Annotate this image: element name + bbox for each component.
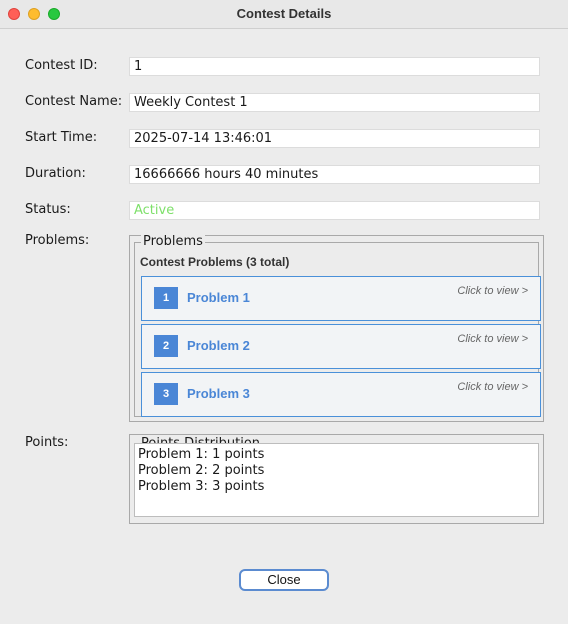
status-label: Status:	[25, 202, 71, 217]
contest-id-label: Contest ID:	[25, 58, 98, 73]
problem-card-3[interactable]: 3 Problem 3 Click to view >	[141, 372, 541, 417]
points-panel: Points Distribution Problem 1: 1 points …	[129, 434, 544, 524]
start-time-label: Start Time:	[25, 130, 98, 145]
click-to-view-link[interactable]: Click to view >	[457, 381, 528, 393]
start-time-field[interactable]: 2025-07-14 13:46:01	[129, 129, 540, 148]
problem-title: Problem 3	[187, 386, 250, 401]
duration-field[interactable]: 16666666 hours 40 minutes	[129, 165, 540, 184]
window-title: Contest Details	[236, 6, 332, 21]
click-to-view-link[interactable]: Click to view >	[457, 285, 528, 297]
problem-number-badge: 3	[154, 383, 178, 405]
problems-panel: Problems Contest Problems (3 total) 1 Pr…	[129, 234, 544, 422]
points-label: Points:	[25, 435, 69, 450]
points-line: Problem 3: 3 points	[138, 479, 265, 494]
problem-title: Problem 1	[187, 290, 250, 305]
status-field[interactable]: Active	[129, 201, 540, 220]
problem-card-2[interactable]: 2 Problem 2 Click to view >	[141, 324, 541, 369]
problems-subtitle: Contest Problems (3 total)	[140, 255, 290, 269]
problems-group: Problems Contest Problems (3 total) 1 Pr…	[134, 234, 541, 417]
click-to-view-link[interactable]: Click to view >	[457, 333, 528, 345]
problem-number-badge: 2	[154, 335, 178, 357]
contest-name-field[interactable]: Weekly Contest 1	[129, 93, 540, 112]
problems-label: Problems:	[25, 233, 90, 248]
contest-id-field[interactable]: 1	[129, 57, 540, 76]
contest-name-label: Contest Name:	[25, 94, 123, 109]
problem-card-1[interactable]: 1 Problem 1 Click to view >	[141, 276, 541, 321]
problem-title: Problem 2	[187, 338, 250, 353]
dialog-content: Contest ID: 1 Contest Name: Weekly Conte…	[0, 29, 568, 624]
points-text-area[interactable]: Problem 1: 1 points Problem 2: 2 points …	[134, 443, 539, 517]
problem-number-badge: 1	[154, 287, 178, 309]
close-button[interactable]: Close	[239, 569, 329, 591]
problems-group-title: Problems	[141, 234, 205, 249]
duration-label: Duration:	[25, 166, 86, 181]
points-line: Problem 1: 1 points	[138, 447, 265, 462]
points-line: Problem 2: 2 points	[138, 463, 265, 478]
title-bar: Contest Details	[0, 0, 568, 29]
